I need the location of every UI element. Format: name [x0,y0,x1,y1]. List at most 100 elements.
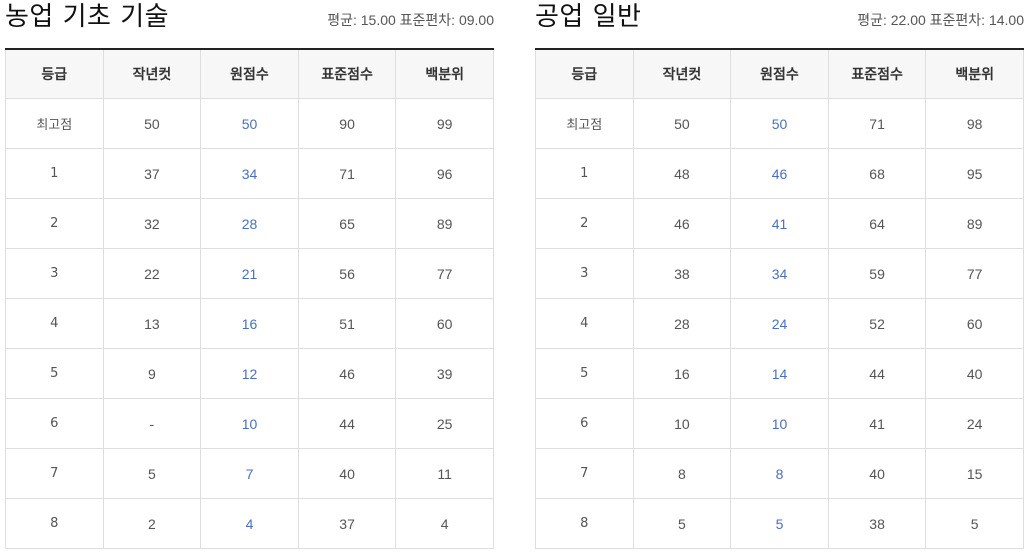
cell-standard-score: 52 [827,298,927,349]
cell-standard-score: 71 [297,148,397,199]
cell-grade: 7 [5,448,104,499]
cell-standard-score: 38 [827,498,927,549]
cell-standard-score: 41 [827,398,927,449]
cell-raw-score: 46 [730,148,829,199]
column-header-standard-score: 표준점수 [827,48,927,99]
cell-percentile: 24 [925,398,1024,449]
cell-grade: 7 [535,448,634,499]
subject-panel-agriculture: 농업 기초 기술 평균: 15.00 표준편차: 09.00 등급 작년컷 원점… [5,0,494,549]
cell-last-year-cut: 8 [632,448,732,499]
cell-percentile: 40 [925,348,1024,399]
table-row: 1 48 46 68 95 [535,148,1024,199]
cell-last-year-cut: 50 [632,98,732,149]
cell-grade: 최고점 [5,98,104,149]
cell-percentile: 96 [395,148,494,199]
cell-percentile: 4 [395,498,494,549]
cell-standard-score: 44 [827,348,927,399]
cell-grade: 4 [535,298,634,349]
cell-standard-score: 56 [297,248,397,299]
cell-percentile: 15 [925,448,1024,499]
cell-last-year-cut: 5 [102,448,202,499]
cell-standard-score: 46 [297,348,397,399]
table-row: 3 38 34 59 77 [535,248,1024,299]
cell-standard-score: 68 [827,148,927,199]
table-row: 4 28 24 52 60 [535,298,1024,349]
column-header-raw-score: 원점수 [200,48,299,99]
cell-last-year-cut: 50 [102,98,202,149]
panel-header: 공업 일반 평균: 22.00 표준편차: 14.00 [535,0,1024,48]
table-body: 최고점 50 50 71 98 1 48 46 68 95 2 46 41 64 89 3 38 34 59 77 4 2… [535,98,1024,549]
cell-raw-score: 34 [730,248,829,299]
table-row: 최고점 50 50 90 99 [5,98,494,149]
cell-raw-score: 21 [200,248,299,299]
cell-grade: 6 [535,398,634,449]
cell-raw-score: 24 [730,298,829,349]
table-header-row: 등급 작년컷 원점수 표준점수 백분위 [5,48,494,99]
cell-raw-score: 34 [200,148,299,199]
column-header-grade: 등급 [535,48,634,99]
subject-stats: 평균: 15.00 표준편차: 09.00 [327,12,494,28]
table-row: 6 10 10 41 24 [535,398,1024,449]
cell-standard-score: 71 [827,98,927,149]
subject-title: 농업 기초 기술 [5,2,170,32]
cell-raw-score: 8 [730,448,829,499]
cell-raw-score: 5 [730,498,829,549]
cell-standard-score: 44 [297,398,397,449]
cell-percentile: 77 [925,248,1024,299]
column-header-percentile: 백분위 [395,48,494,99]
cell-grade: 8 [5,498,104,549]
column-header-grade: 등급 [5,48,104,99]
table-row: 8 5 5 38 5 [535,498,1024,549]
table-row: 7 8 8 40 15 [535,448,1024,499]
cell-raw-score: 16 [200,298,299,349]
cell-percentile: 60 [395,298,494,349]
cell-raw-score: 14 [730,348,829,399]
cell-standard-score: 90 [297,98,397,149]
cell-standard-score: 65 [297,198,397,249]
cell-raw-score: 12 [200,348,299,399]
cell-last-year-cut: 32 [102,198,202,249]
column-header-standard-score: 표준점수 [297,48,397,99]
cell-last-year-cut: 16 [632,348,732,399]
cell-last-year-cut: 46 [632,198,732,249]
cell-last-year-cut: 13 [102,298,202,349]
cell-percentile: 89 [395,198,494,249]
table-row: 6-10 44 25 [5,398,494,449]
cell-last-year-cut: 38 [632,248,732,299]
cell-grade: 3 [5,248,104,299]
cell-percentile: 39 [395,348,494,399]
cell-standard-score: 40 [827,448,927,499]
column-header-last-year-cut: 작년컷 [632,48,732,99]
table-row: 7 5 7 40 11 [5,448,494,499]
cell-grade: 8 [535,498,634,549]
subject-stats: 평균: 22.00 표준편차: 14.00 [857,12,1024,28]
table-header-row: 등급 작년컷 원점수 표준점수 백분위 [535,48,1024,99]
subject-title: 공업 일반 [535,2,642,32]
table-body: 최고점 50 50 90 99 1 37 34 71 96 2 32 28 65 89 3 22 21 56 77 4 1… [5,98,494,549]
table-row: 2 32 28 65 89 [5,198,494,249]
cell-grade: 최고점 [535,98,634,149]
cell-percentile: 5 [925,498,1024,549]
cell-grade: 3 [535,248,634,299]
cell-last-year-cut: 22 [102,248,202,299]
table-row: 3 22 21 56 77 [5,248,494,299]
score-table: 등급 작년컷 원점수 표준점수 백분위 최고점 50 50 90 99 1 37 34 71 96… [5,48,494,549]
subject-panel-industry: 공업 일반 평균: 22.00 표준편차: 14.00 등급 작년컷 원점수 표… [535,0,1024,549]
cell-grade: 6 [5,398,104,449]
cell-standard-score: 64 [827,198,927,249]
cell-grade: 5 [535,348,634,399]
table-row: 1 37 34 71 96 [5,148,494,199]
column-header-last-year-cut: 작년컷 [102,48,202,99]
table-row: 2 46 41 64 89 [535,198,1024,249]
cell-last-year-cut: 9 [102,348,202,399]
cell-raw-score: 28 [200,198,299,249]
cell-raw-score: 41 [730,198,829,249]
cell-last-year-cut: 48 [632,148,732,199]
cell-last-year-cut: 5 [632,498,732,549]
cell-grade: 1 [5,148,104,199]
cell-grade: 5 [5,348,104,399]
cell-grade: 2 [535,198,634,249]
column-header-raw-score: 원점수 [730,48,829,99]
table-row: 5 9 12 46 39 [5,348,494,399]
cell-percentile: 60 [925,298,1024,349]
